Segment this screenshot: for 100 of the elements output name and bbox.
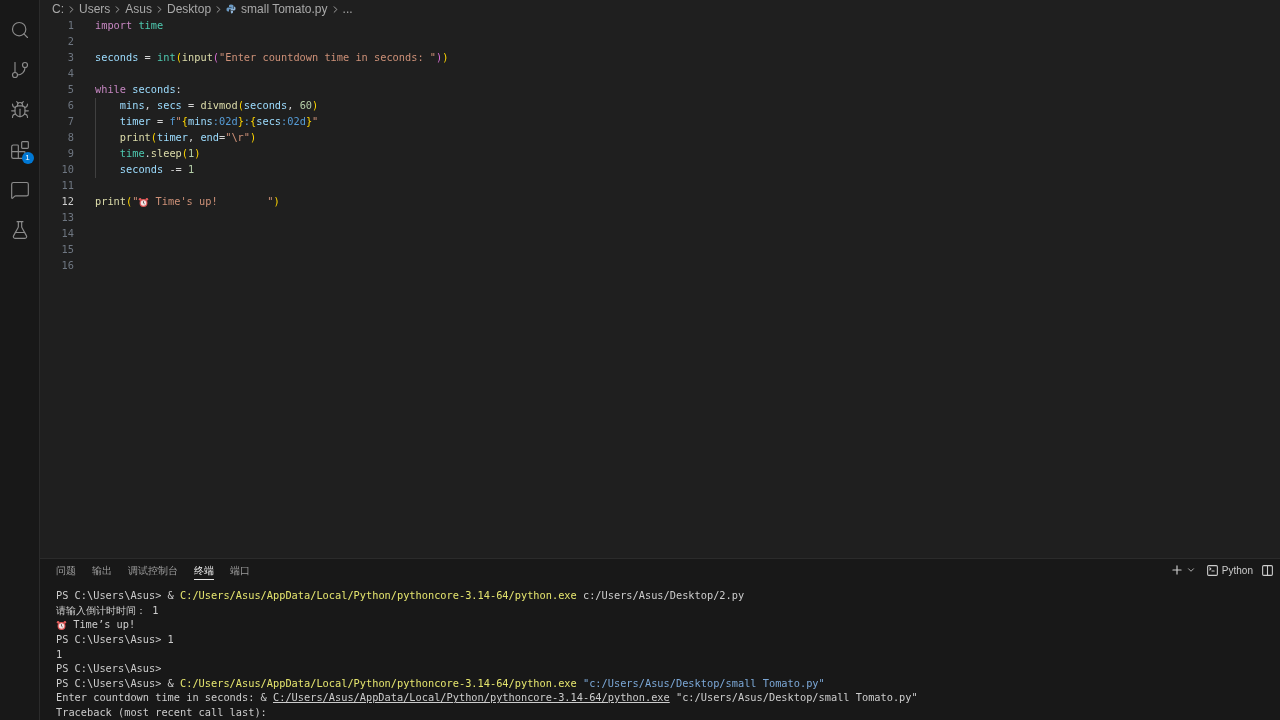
- code-token: ,: [188, 130, 196, 146]
- panel-tab[interactable]: 终端: [194, 560, 214, 580]
- code-token: ): [312, 98, 319, 114]
- code-token: (: [126, 194, 133, 210]
- alarm-clock-icon: [138, 196, 150, 208]
- panel-tab[interactable]: 调试控制台: [128, 560, 178, 580]
- split-icon[interactable]: [1261, 563, 1274, 577]
- line-number: 1: [66, 18, 74, 34]
- code-token: "Enter countdown time in seconds: ": [219, 50, 436, 66]
- search-icon[interactable]: [9, 20, 30, 40]
- code-token: secs: [157, 98, 182, 114]
- notification-badge: 1: [21, 152, 34, 164]
- breadcrumb-item[interactable]: Users: [79, 0, 111, 18]
- bug-icon[interactable]: [9, 100, 30, 120]
- terminal-text: Traceback (most recent call last):: [56, 705, 267, 720]
- line-number: 16: [60, 258, 74, 274]
- panel-tab[interactable]: 端口: [230, 560, 250, 580]
- code-token: (: [181, 146, 188, 162]
- line-number: 3: [66, 50, 74, 66]
- code-token: import: [95, 18, 134, 34]
- code-token: =: [187, 98, 196, 114]
- line-number: 2: [66, 34, 74, 50]
- code-token: =: [143, 50, 152, 66]
- alarm-clock-icon: [56, 619, 67, 631]
- terminal-profile[interactable]: Python: [1221, 562, 1253, 578]
- code-token: mins: [188, 114, 213, 130]
- code-token: timer: [157, 130, 188, 146]
- code-token: .: [144, 146, 151, 162]
- add-terminal-icon[interactable]: [1169, 563, 1184, 578]
- code-token: seconds: [243, 98, 288, 114]
- terminal-text: 请输入倒计时时间： 1: [56, 602, 159, 618]
- code-token: mins: [119, 98, 145, 114]
- code-token: (: [175, 50, 182, 66]
- line-number: 9: [66, 146, 74, 162]
- terminal-text: PS C:\Users\Asus>: [56, 661, 162, 677]
- terminal-text: PS C:\Users\Asus> 1: [56, 632, 174, 647]
- code-token: end: [200, 130, 219, 146]
- terminal-text: 1: [56, 646, 63, 662]
- terminal-text: "c:/Users/Asus/Desktop/small Tomato.py": [582, 675, 825, 691]
- code-token: ): [442, 50, 449, 66]
- terminal-text: C:/Users/Asus/AppData/Local/Python/pythoncore-3.14-64/python.exe: [180, 588, 577, 604]
- code-token: time: [138, 18, 164, 34]
- terminal-link[interactable]: C:/Users/Asus/AppData/Local/Python/pythoncore-3.14-64/python.exe: [273, 690, 670, 706]
- code-token: :02d: [212, 114, 238, 130]
- code-token: 60: [299, 98, 313, 114]
- code-token: ): [250, 130, 257, 146]
- code-token: secs: [256, 114, 282, 130]
- code-token: }: [305, 114, 313, 130]
- branch-icon[interactable]: [9, 60, 30, 80]
- line-number: 12: [60, 194, 74, 210]
- code-token: ": [175, 114, 182, 130]
- code-token: -=: [168, 162, 183, 178]
- breadcrumb-item[interactable]: Asus: [125, 0, 153, 18]
- code-token: ,: [287, 98, 295, 114]
- code-token: 1: [188, 146, 195, 162]
- breadcrumb-item[interactable]: small Tomato.py: [241, 0, 328, 18]
- terminal-text: PS C:\Users\Asus> &: [56, 675, 175, 691]
- code-token: "\r": [225, 130, 251, 146]
- code-token: timer: [119, 114, 151, 130]
- breadcrumb-item[interactable]: ...: [342, 0, 353, 18]
- code-token: =: [219, 130, 226, 146]
- breadcrumb-item[interactable]: Desktop: [167, 0, 212, 18]
- code-token: ": [132, 194, 139, 210]
- terminal-text: c:/Users/Asus/Desktop/2.py: [581, 588, 745, 604]
- code-token: Time's up! ": [154, 194, 274, 210]
- code-token: int: [157, 50, 176, 66]
- code-token: ": [312, 114, 319, 130]
- code-token: (: [150, 130, 157, 146]
- line-number: 11: [60, 178, 74, 194]
- code-token: {: [181, 114, 188, 130]
- code-token: ): [194, 146, 201, 162]
- line-number: 13: [60, 210, 74, 226]
- line-number: 10: [60, 162, 74, 178]
- terminal-text: "c:/Users/Asus/Desktop/small Tomato.py": [674, 690, 918, 706]
- code-token: f: [169, 114, 176, 130]
- terminal-text: Time’s up!: [72, 617, 136, 633]
- code-token: }: [237, 114, 244, 130]
- code-token: (: [237, 98, 244, 114]
- blocks-icon[interactable]: [9, 140, 30, 160]
- code-token: =: [156, 114, 165, 130]
- panel-tab[interactable]: 问题: [56, 560, 76, 580]
- line-number: 14: [60, 226, 74, 242]
- terminal-text: Enter countdown time in seconds: &: [56, 690, 268, 706]
- code-token: :: [175, 82, 182, 98]
- line-number: 6: [66, 98, 74, 114]
- breadcrumb-item[interactable]: C:: [52, 0, 64, 18]
- code-token: print: [119, 130, 151, 146]
- code-token: ): [436, 50, 443, 66]
- python-file-icon: [226, 4, 237, 14]
- code-token: ): [273, 194, 280, 210]
- code-token: sleep: [150, 146, 182, 162]
- line-number: 8: [66, 130, 74, 146]
- code-token: ,: [144, 98, 152, 114]
- line-number: 7: [66, 114, 74, 130]
- code-token: time: [119, 146, 145, 162]
- panel-tab[interactable]: 输出: [92, 560, 112, 580]
- code-token: seconds: [95, 50, 139, 66]
- chat-icon[interactable]: [9, 180, 30, 200]
- code-token: input: [181, 50, 213, 66]
- code-token: (: [212, 50, 220, 66]
